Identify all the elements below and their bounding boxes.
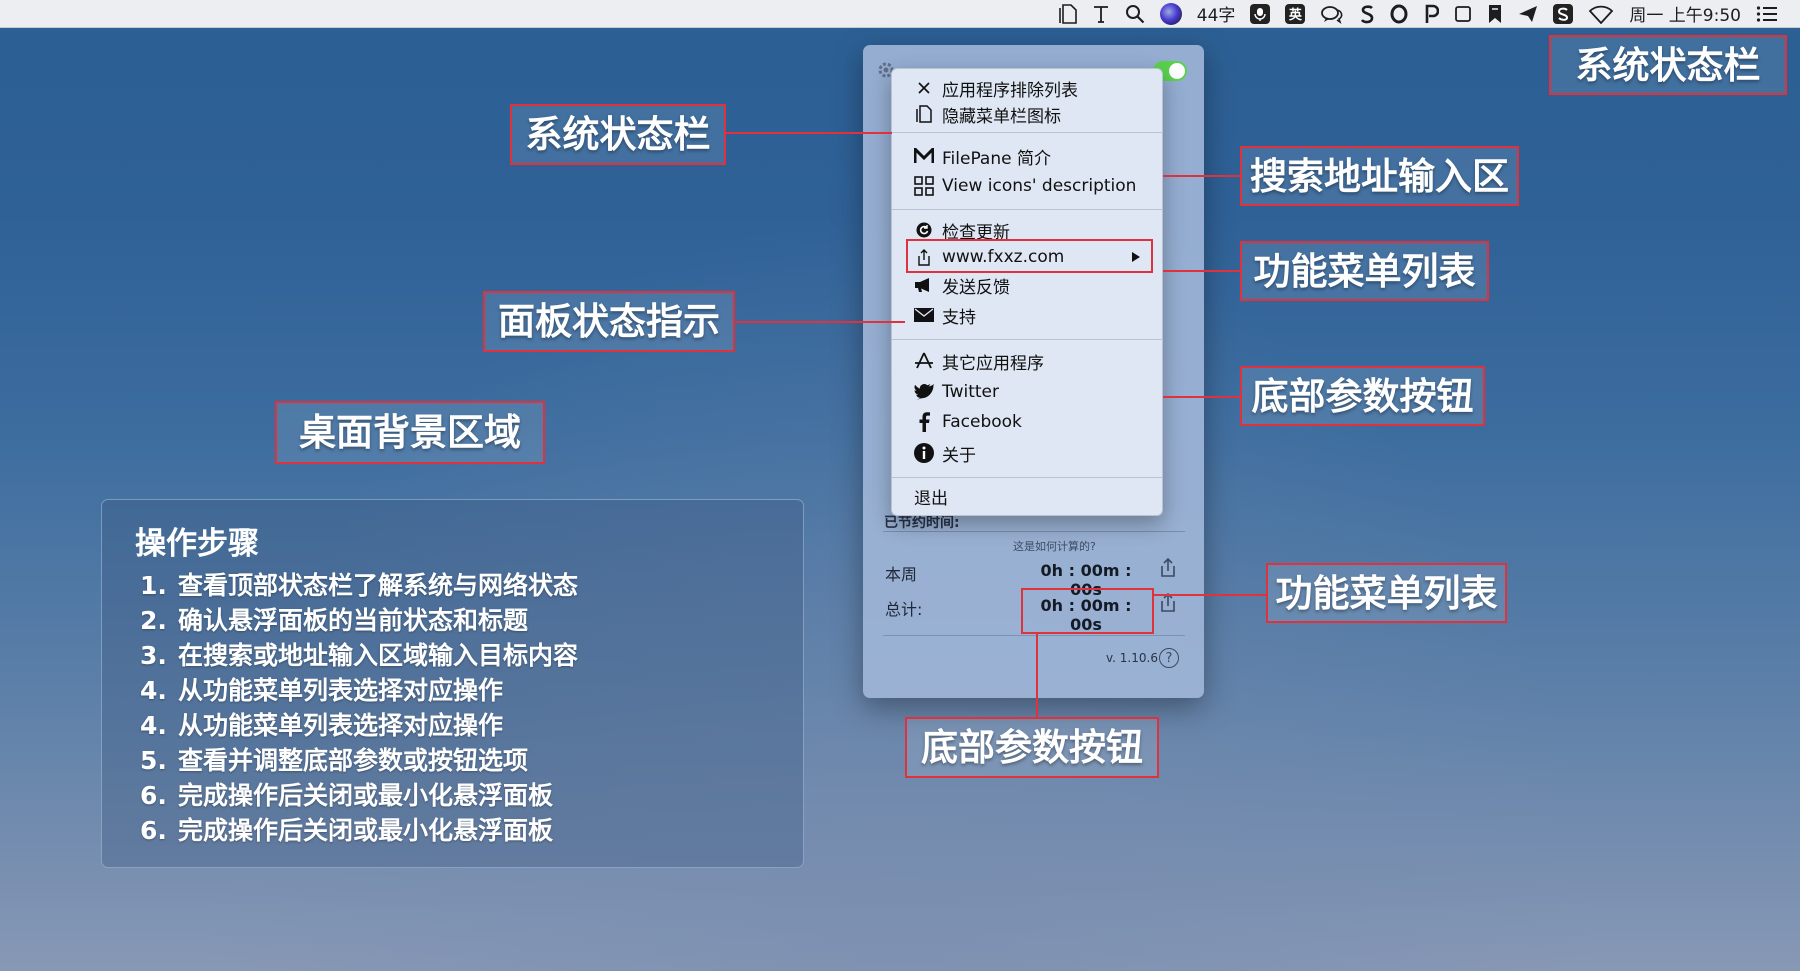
menu-item-facebook[interactable]: Facebook xyxy=(914,409,1154,435)
step-item: 4. 从功能菜单列表选择对应操作 xyxy=(140,711,504,740)
step-item: 6. 完成操作后关闭或最小化悬浮面板 xyxy=(140,781,554,810)
info-icon xyxy=(914,443,934,463)
label-status-bar: 系统状态栏 xyxy=(510,104,726,165)
input-method-english[interactable]: 英 xyxy=(1285,3,1306,24)
label-status-bar-top: 系统状态栏 xyxy=(1549,35,1787,95)
label-function-menu-2: 功能菜单列表 xyxy=(1266,563,1507,623)
opera-icon[interactable] xyxy=(1390,3,1408,25)
label-bottom-params-2: 底部参数按钮 xyxy=(905,717,1159,778)
menu-item-send-feedback[interactable]: 发送反馈 xyxy=(914,272,1154,298)
menu-item-label: Facebook xyxy=(942,412,1022,432)
menu-item-about[interactable]: 关于 xyxy=(914,440,1154,466)
label-search-area: 搜索地址输入区 xyxy=(1240,146,1519,206)
document-icon[interactable] xyxy=(1058,3,1077,25)
divider xyxy=(883,531,1185,532)
menu-item-label: 支持 xyxy=(942,307,976,328)
steps-box: 操作步骤 1. 查看顶部状态栏了解系统与网络状态 2. 确认悬浮面板的当前状态和标题… xyxy=(101,499,804,868)
highlight-total-value xyxy=(1021,588,1154,634)
wifi-icon[interactable] xyxy=(1588,3,1614,25)
app-store-icon xyxy=(914,351,934,371)
system-menu-bar: 44字 英 周一 上午9:50 xyxy=(0,0,1800,28)
label-panel-status: 面板状态指示 xyxy=(483,291,735,352)
label-function-menu: 功能菜单列表 xyxy=(1240,241,1489,301)
menu-item-label: 其它应用程序 xyxy=(942,353,1044,374)
steps-title: 操作步骤 xyxy=(135,526,259,562)
connector-line xyxy=(1163,175,1240,177)
refresh-icon xyxy=(914,220,934,240)
menu-item-twitter[interactable]: Twitter xyxy=(914,379,1154,405)
s-logo-icon[interactable] xyxy=(1359,3,1375,25)
connector-line xyxy=(726,132,892,134)
divider xyxy=(883,635,1185,636)
share-total-icon[interactable] xyxy=(1160,592,1176,613)
menu-item-label: 应用程序排除列表 xyxy=(942,80,1078,101)
connector-line xyxy=(1154,594,1266,596)
menu-item-label: Twitter xyxy=(942,382,999,402)
saved-time-hint-link[interactable]: 这是如何计算的? xyxy=(1013,538,1096,554)
menu-item-support[interactable]: 支持 xyxy=(914,302,1154,328)
menu-item-label: 发送反馈 xyxy=(942,277,1010,298)
paypal-icon[interactable] xyxy=(1423,3,1440,25)
menu-item-other-apps[interactable]: 其它应用程序 xyxy=(914,348,1154,374)
m-logo-icon xyxy=(914,146,934,166)
menu-separator xyxy=(892,339,1162,340)
menu-item-label: 关于 xyxy=(942,445,976,466)
send-icon[interactable] xyxy=(1518,3,1538,25)
connector-line xyxy=(1163,396,1240,398)
connector-line xyxy=(1036,634,1038,719)
share-week-icon[interactable] xyxy=(1160,557,1176,578)
step-item: 2. 确认悬浮面板的当前状态和标题 xyxy=(140,606,529,635)
step-item: 6. 完成操作后关闭或最小化悬浮面板 xyxy=(140,816,554,845)
connector-line xyxy=(735,321,905,323)
menu-item-quit[interactable]: 退出 xyxy=(914,483,1154,509)
menu-separator xyxy=(892,477,1162,478)
menu-item-label: FilePane 简介 xyxy=(942,148,1051,169)
label-desktop-bg: 桌面背景区域 xyxy=(275,401,545,464)
megaphone-icon xyxy=(914,275,934,295)
bookmark-icon[interactable] xyxy=(1487,3,1503,25)
step-item: 4. 从功能菜单列表选择对应操作 xyxy=(140,676,504,705)
twitter-icon xyxy=(914,382,934,402)
menu-item-label: View icons' description xyxy=(942,176,1137,196)
highlight-website-item xyxy=(906,239,1153,273)
step-item: 1. 查看顶部状态栏了解系统与网络状态 xyxy=(140,571,579,600)
facebook-icon xyxy=(914,412,934,432)
siri-icon[interactable] xyxy=(1159,2,1182,25)
menu-item-label: 隐藏菜单栏图标 xyxy=(942,106,1061,127)
week-label: 本周 xyxy=(885,565,918,584)
label-bottom-params: 底部参数按钮 xyxy=(1240,366,1485,426)
microphone-icon[interactable] xyxy=(1250,3,1271,24)
steps-list: 1. 查看顶部状态栏了解系统与网络状态 2. 确认悬浮面板的当前状态和标题 3. 在搜… xyxy=(140,566,578,846)
help-icon[interactable]: ? xyxy=(1159,648,1179,668)
total-label: 总计: xyxy=(885,600,923,619)
menu-separator xyxy=(892,132,1162,133)
chat-bubbles-icon[interactable] xyxy=(1320,3,1344,25)
menu-separator xyxy=(892,209,1162,210)
close-x-icon xyxy=(914,78,934,98)
menu-item-filepane-intro[interactable]: FilePane 简介 xyxy=(914,143,1154,169)
input-counter[interactable]: 44字 xyxy=(1197,1,1236,26)
document-icon xyxy=(914,104,934,124)
toggle-knob xyxy=(1169,63,1185,79)
menu-item-hide-menubar-icon[interactable]: 隐藏菜单栏图标 xyxy=(914,101,1154,127)
envelope-icon xyxy=(914,305,934,325)
search-icon[interactable] xyxy=(1125,3,1145,25)
step-item: 5. 查看并调整底部参数或按钮选项 xyxy=(140,746,529,775)
connector-line xyxy=(1163,270,1240,272)
window-icon[interactable] xyxy=(1454,3,1472,25)
clock[interactable]: 周一 上午9:50 xyxy=(1629,1,1741,26)
notification-list-icon[interactable] xyxy=(1756,3,1778,25)
step-item: 3. 在搜索或地址输入区域输入目标内容 xyxy=(140,641,579,670)
version-label: v. 1.10.6 xyxy=(1106,651,1158,665)
grid-icon xyxy=(914,176,934,196)
menu-item-app-exclusion[interactable]: 应用程序排除列表 xyxy=(914,75,1154,101)
text-tool-icon[interactable] xyxy=(1092,3,1110,25)
menu-item-icons-description[interactable]: View icons' description xyxy=(914,173,1154,199)
menu-item-label: 退出 xyxy=(914,488,948,509)
s-square-icon[interactable] xyxy=(1553,3,1574,24)
context-menu: 应用程序排除列表 隐藏菜单栏图标 FilePane 简介 View icons'… xyxy=(891,68,1163,516)
